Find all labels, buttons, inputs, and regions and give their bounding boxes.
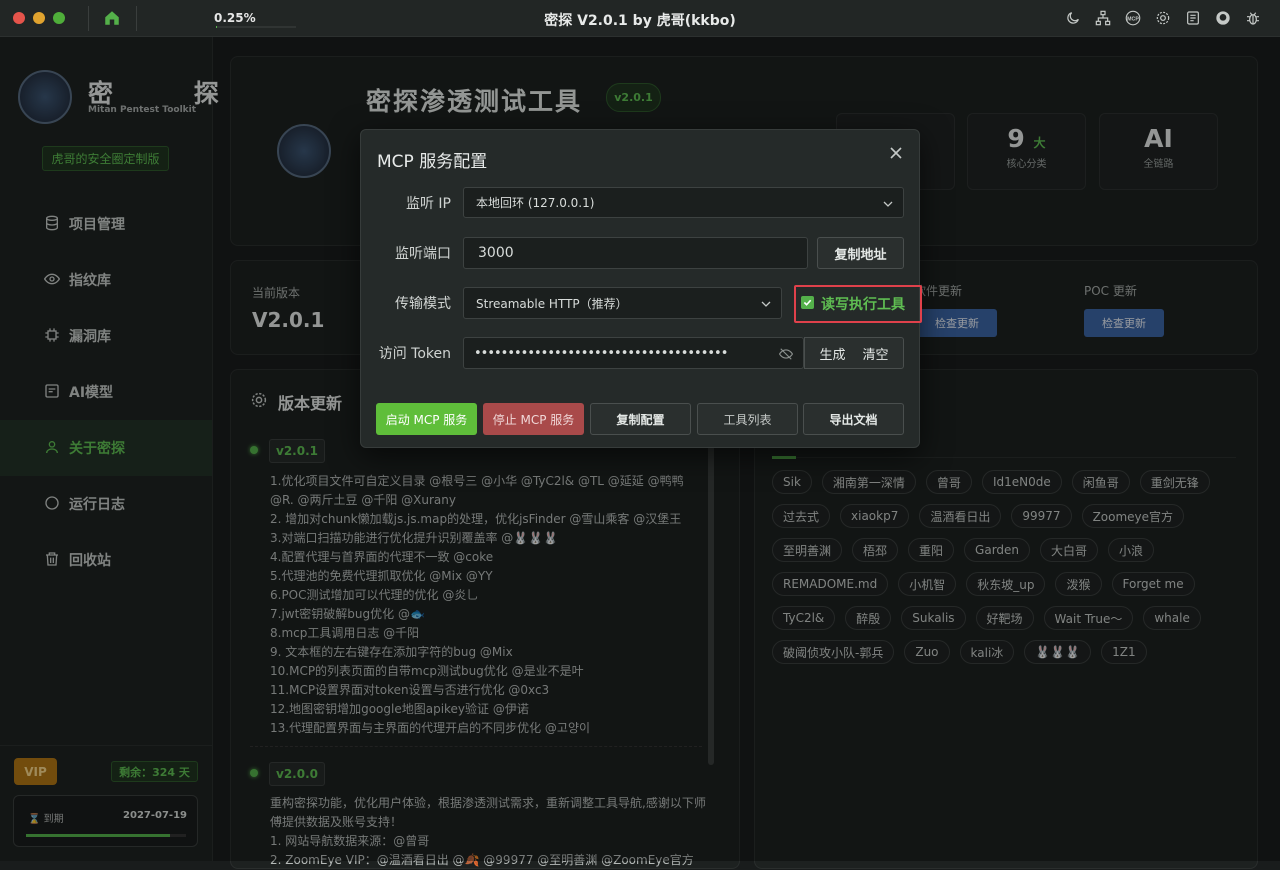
copy-address-button[interactable]: 复制地址 <box>817 237 904 269</box>
moon-icon[interactable] <box>1064 9 1082 27</box>
export-docs-button[interactable]: 导出文档 <box>803 403 904 435</box>
mcp-icon[interactable]: MCP <box>1124 9 1142 27</box>
mcp-config-dialog: MCP 服务配置 监听 IP 本地回环 (127.0.0.1) 监听端口 300… <box>360 129 920 448</box>
token-value: •••••••••••••••••••••••••••••••••••••• <box>474 346 727 361</box>
clear-token-button[interactable]: 清空 <box>862 344 888 363</box>
ip-select-value: 本地回环 (127.0.0.1) <box>476 194 594 211</box>
ip-select[interactable]: 本地回环 (127.0.0.1) <box>463 187 904 218</box>
rw-tools-checkbox[interactable] <box>801 296 814 309</box>
token-input[interactable]: •••••••••••••••••••••••••••••••••••••• <box>463 337 804 369</box>
close-icon[interactable] <box>889 146 903 160</box>
check-icon <box>803 298 812 307</box>
gear-icon[interactable] <box>1154 9 1172 27</box>
github-icon[interactable] <box>1214 9 1232 27</box>
eye-off-icon[interactable] <box>779 347 793 361</box>
rw-tools-label[interactable]: 读写执行工具 <box>821 294 905 314</box>
chevron-down-icon <box>761 299 771 309</box>
generate-token-button[interactable]: 生成 <box>819 344 845 363</box>
port-input[interactable]: 3000 <box>463 237 808 269</box>
tool-list-button[interactable]: 工具列表 <box>697 403 798 435</box>
document-icon[interactable] <box>1184 9 1202 27</box>
start-mcp-button[interactable]: 启动 MCP 服务 <box>376 403 477 435</box>
token-label: 访问 Token <box>361 343 451 363</box>
stop-mcp-button[interactable]: 停止 MCP 服务 <box>483 403 584 435</box>
network-icon[interactable] <box>1094 9 1112 27</box>
token-actions: 生成 清空 <box>804 337 904 369</box>
mode-label: 传输模式 <box>361 293 451 313</box>
transport-mode-select[interactable]: Streamable HTTP（推荐） <box>463 287 782 319</box>
svg-text:MCP: MCP <box>1127 16 1139 22</box>
title-bar: 0.25% 密探 V2.0.1 by 虎哥(kkbo) MCP <box>0 0 1280 37</box>
port-label: 监听端口 <box>361 243 451 263</box>
highlight-box: 读写执行工具 <box>794 285 922 323</box>
chevron-down-icon <box>883 199 893 209</box>
ip-label: 监听 IP <box>361 193 451 213</box>
copy-config-button[interactable]: 复制配置 <box>590 403 691 435</box>
bug-icon[interactable] <box>1244 9 1262 27</box>
transport-mode-value: Streamable HTTP（推荐） <box>476 295 628 312</box>
dialog-title: MCP 服务配置 <box>377 147 487 172</box>
